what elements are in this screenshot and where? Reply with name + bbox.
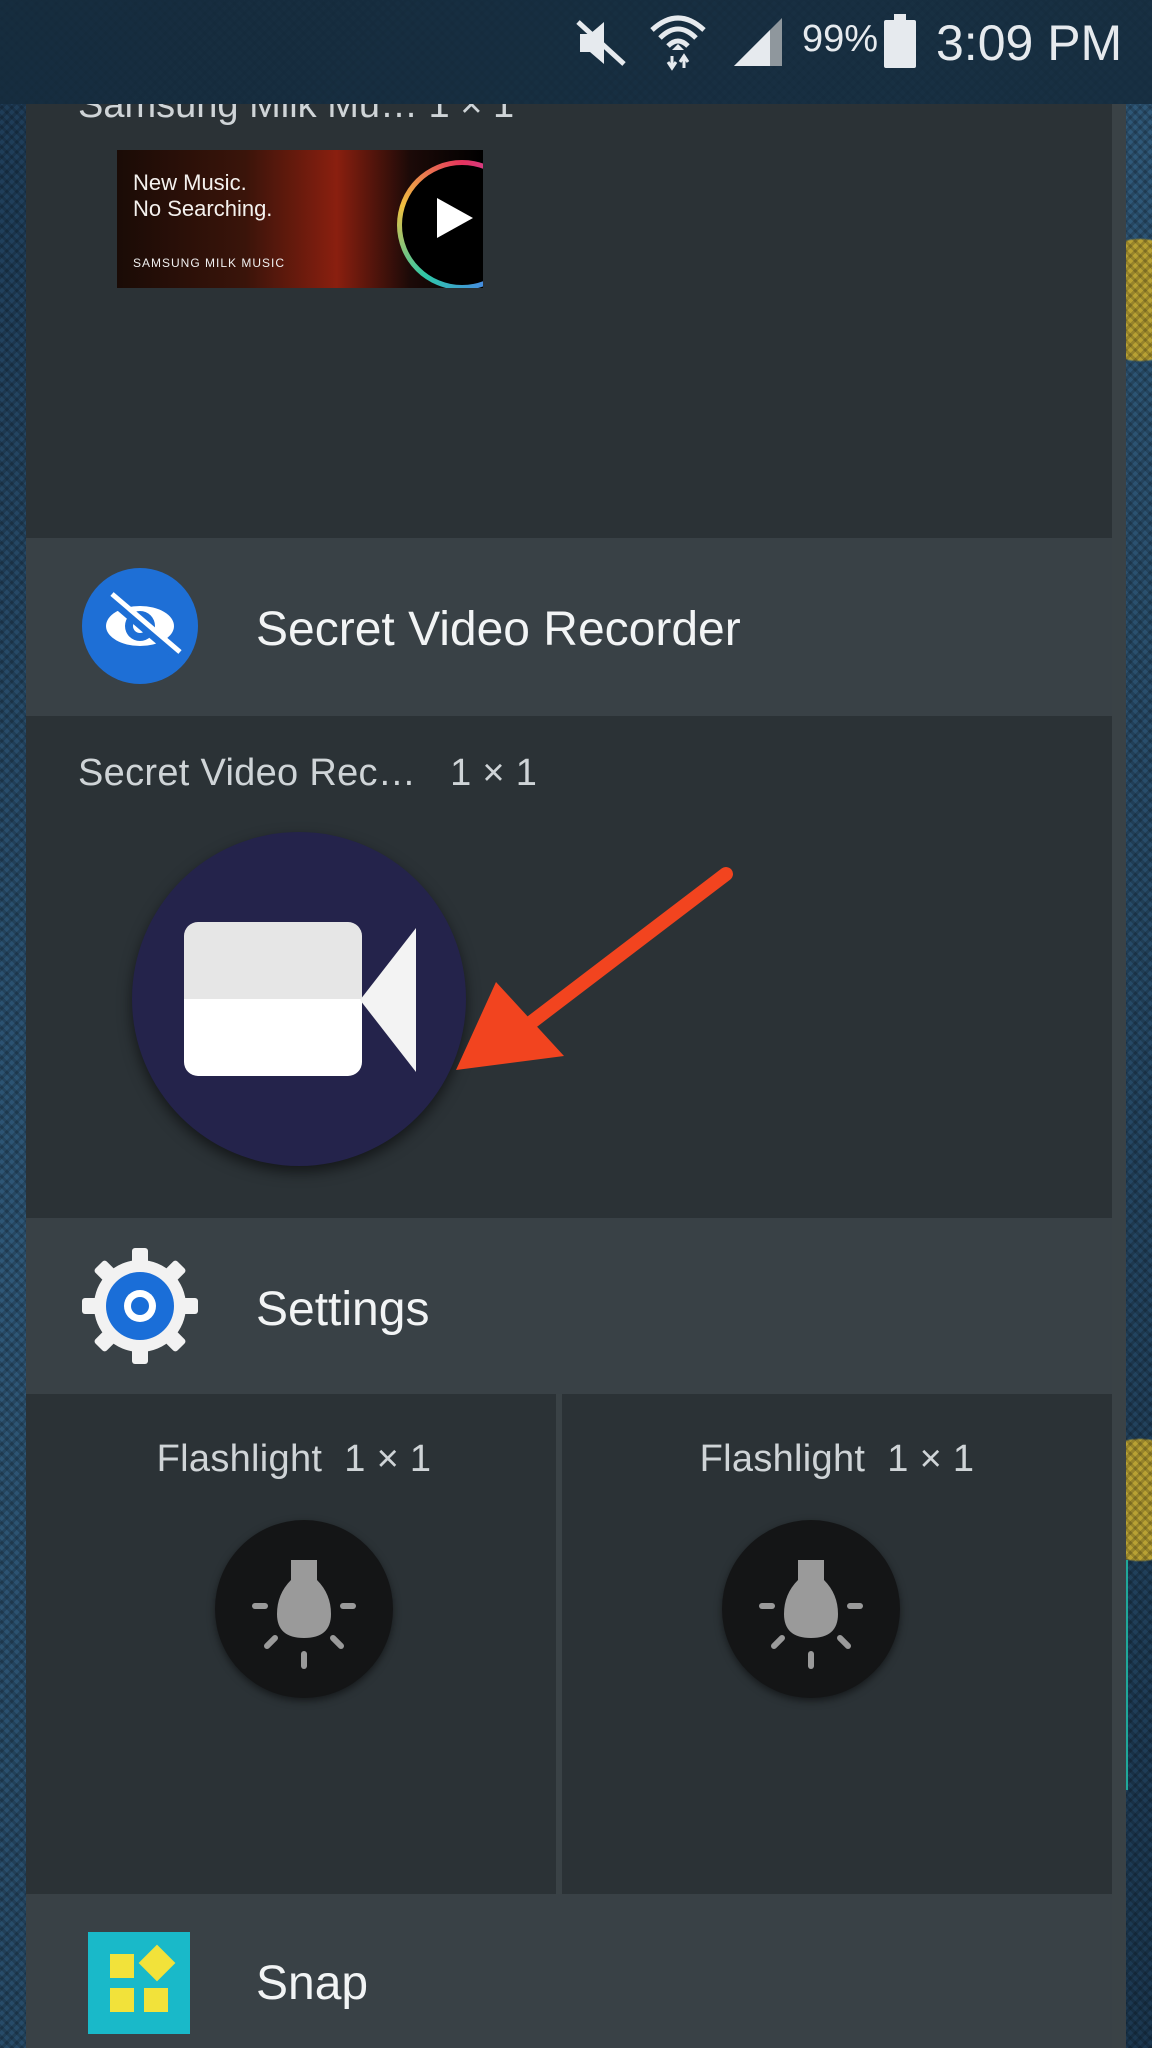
widget-size: 1 × 1 — [887, 1438, 975, 1480]
thumbnail-text-line2: No Searching. — [133, 196, 273, 221]
eye-slash-icon — [82, 568, 198, 684]
play-icon — [437, 198, 473, 238]
widget-size: 1 × 1 — [450, 752, 538, 794]
milk-music-widget-preview[interactable]: New Music. No Searching. SAMSUNG MILK MU… — [117, 150, 483, 288]
flashlight-widget-2[interactable]: Flashlight 1 × 1 — [562, 1394, 1112, 1894]
scrollbar[interactable] — [1112, 104, 1126, 2048]
app-name: Snap — [256, 1957, 369, 2010]
widget-caption: Secret Video Rec… 1 × 1 — [78, 752, 537, 795]
lightbulb-button[interactable] — [215, 1520, 393, 1698]
widget-caption-name: Secret Video Rec… — [78, 752, 417, 794]
lightbulb-button[interactable] — [722, 1520, 900, 1698]
secret-video-widget-button[interactable] — [132, 832, 466, 1166]
widget-caption-name: Flashlight — [699, 1438, 866, 1480]
status-bar: 99% 3:09 PM — [0, 0, 1152, 104]
milk-music-brand: SAMSUNG MILK MUSIC — [133, 256, 286, 270]
snap-grid-icon — [88, 1932, 190, 2034]
flashlight-widget-1[interactable]: Flashlight 1 × 1 — [26, 1394, 562, 1894]
widget-caption: Flashlight 1 × 1 — [562, 1438, 1112, 1481]
app-name: Secret Video Recorder — [256, 603, 741, 656]
widget-caption: Flashlight 1 × 1 — [26, 1438, 562, 1481]
video-camera-icon — [184, 922, 362, 1076]
signal-icon — [734, 18, 782, 66]
lightbulb-icon — [252, 1560, 356, 1669]
mute-icon — [576, 20, 626, 66]
gear-icon — [82, 1248, 198, 1364]
clock: 3:09 PM — [936, 15, 1123, 71]
video-camera-lens — [360, 928, 416, 1072]
app-header-settings: Settings — [26, 1218, 1112, 1396]
app-name: Settings — [256, 1283, 430, 1336]
widget-caption: Samsung Milk Mu… 1 × 1 — [78, 104, 515, 126]
battery-icon — [884, 14, 916, 68]
lightbulb-icon — [759, 1560, 863, 1669]
battery-percent: 99% — [802, 18, 879, 60]
widget-size: 1 × 1 — [344, 1438, 432, 1480]
milk-music-widget-section: Samsung Milk Mu… 1 × 1 New Music. No Sea… — [26, 104, 1112, 538]
widget-list-panel[interactable]: Samsung Milk Mu… 1 × 1 New Music. No Sea… — [26, 104, 1126, 2048]
widget-caption-name: Flashlight — [156, 1438, 323, 1480]
wifi-icon — [650, 15, 706, 71]
app-header-secret-video-recorder: Secret Video Recorder — [26, 538, 1112, 716]
app-header-snap: Snap — [26, 1894, 1112, 2048]
thumbnail-text-line1: New Music. — [133, 170, 247, 195]
